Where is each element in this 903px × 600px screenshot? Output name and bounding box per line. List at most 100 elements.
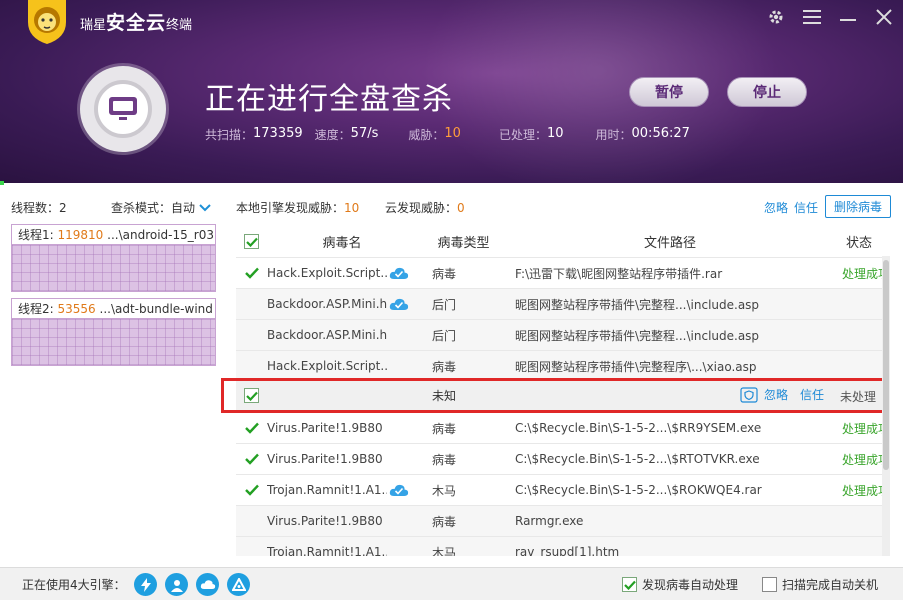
scrollbar-thumb[interactable] <box>883 260 889 470</box>
row-path: 昵图网整站程序带插件\完整程...\include.asp <box>515 328 760 343</box>
row-type: 后门 <box>432 328 457 343</box>
checkmark-icon <box>244 484 259 496</box>
handled-label: 已处理： <box>498 128 547 142</box>
row-path: C:\$Recycle.Bin\S-1-5-2...\$ROKWQE4.rar <box>515 483 762 497</box>
table-row[interactable]: Virus.Parite!1.9B80 病毒 C:\$Recycle.Bin\S-1… <box>236 443 890 474</box>
row-path: C:\$Recycle.Bin\S-1-5-2...\$RR9YSEM.exe <box>515 421 762 435</box>
rows-top: Hack.Exploit.Script.... 病毒 F:\迅雷下载\昵图网整站程序… <box>236 257 890 381</box>
highlight-frame <box>221 378 890 413</box>
table-row[interactable]: Backdoor.ASP.Mini.h 后门 昵图网整站程序带插件\完整程...\i… <box>236 319 890 350</box>
local-threats-count: 本地引擎发现威胁：10 <box>236 199 359 216</box>
menu-icon[interactable] <box>801 6 823 28</box>
table-row[interactable]: Virus.Parite!1.9B80 病毒 Rarmgr.exe <box>236 505 890 536</box>
auto-shutdown-checkbox[interactable] <box>762 577 777 592</box>
time-value: 00:56:27 <box>631 126 690 141</box>
table-row[interactable]: Trojan.Ramnit!1.A1... 木马 C:\$Recycle.Bin\S… <box>236 474 890 505</box>
cloud-icon[interactable] <box>196 573 219 596</box>
select-all-checkbox[interactable] <box>236 234 267 249</box>
close-icon[interactable] <box>873 6 895 28</box>
row-checkbox[interactable] <box>236 452 267 466</box>
threat-value: 10 <box>444 126 461 141</box>
virus-name: Virus.Parite!1.9B80 <box>267 514 383 528</box>
cloud-threats-label: 云发现威胁： <box>385 201 458 215</box>
handled-value: 10 <box>546 126 564 141</box>
row-checkbox[interactable] <box>236 421 267 435</box>
row-name: Backdoor.ASP.Mini.h <box>267 328 417 342</box>
header-banner: 瑞星安全云终端 正在进行全盘查杀 共扫描： 173359 速度： 57/s 威胁… <box>0 0 903 183</box>
scan-mode-select[interactable]: 查杀模式：自动 <box>111 199 211 216</box>
minimize-icon[interactable] <box>837 6 859 28</box>
chevron-down-icon <box>199 203 211 211</box>
trust-all-link[interactable]: 信任 <box>794 199 818 216</box>
row-checkbox[interactable] <box>236 483 267 497</box>
virus-name: Hack.Exploit.Script.... <box>267 266 387 280</box>
scanned-value: 173359 <box>253 126 303 141</box>
table-scrollbar[interactable] <box>882 256 890 556</box>
ignore-all-link[interactable]: 忽略 <box>764 199 788 216</box>
scan-mode-label: 查杀模式：自动 <box>111 201 196 215</box>
thread-count: 53556 <box>57 302 96 316</box>
table-row[interactable]: Hack.Exploit.Script.... 病毒 F:\迅雷下载\昵图网整站程序… <box>236 257 890 288</box>
checkmark-icon <box>244 267 259 279</box>
row-name: Backdoor.ASP.Mini.h <box>267 297 417 311</box>
header-type: 病毒类型 <box>437 236 490 251</box>
auto-handle-option[interactable]: 发现病毒自动处理 <box>622 576 738 593</box>
virus-name: Virus.Parite!1.9B80 <box>267 452 383 466</box>
thread-path: ...\android-15_r03 <box>107 228 214 242</box>
row-path: 昵图网整站程序带插件\完整程...\include.asp <box>515 297 760 312</box>
virus-name: Hack.Exploit.Script.... <box>267 359 387 373</box>
thread-graph <box>12 245 215 291</box>
checkmark-icon <box>245 237 258 247</box>
scanned-label: 共扫描： <box>205 128 254 142</box>
table-row[interactable]: Virus.Parite!1.9B80 病毒 C:\$Recycle.Bin\S-1… <box>236 412 890 443</box>
virus-name: Backdoor.ASP.Mini.h <box>267 328 387 342</box>
virus-name: Virus.Parite!1.9B80 <box>267 421 383 435</box>
brand-small: 瑞星 <box>80 18 107 33</box>
virus-name: Backdoor.ASP.Mini.h <box>267 297 387 311</box>
row-status: 处理成功 <box>841 483 890 498</box>
brand-main: 安全云 <box>106 12 167 34</box>
stop-button[interactable]: 停止 <box>727 77 807 107</box>
speed-label: 速度： <box>314 128 351 142</box>
table-row[interactable]: Trojan.Ramnit!1.A1... 木马 rav_rsupd[1].htm <box>236 536 890 556</box>
row-status: 处理成功 <box>841 266 890 281</box>
gear-icon[interactable] <box>765 6 787 28</box>
row-name: Trojan.Ramnit!1.A1... <box>267 483 417 497</box>
thread-line: 线程2: 53556 ...\adt-bundle-wind <box>12 299 215 319</box>
row-type: 病毒 <box>432 514 457 529</box>
checkmark-icon <box>244 422 259 434</box>
triangle-icon[interactable] <box>227 573 250 596</box>
table-header: 病毒名 病毒类型 文件路径 状态 <box>236 226 890 257</box>
bulk-actions: 忽略 信任 <box>764 199 818 216</box>
thread-panel-2: 线程2: 53556 ...\adt-bundle-wind <box>11 298 216 366</box>
thread-label: 线程2: <box>18 302 58 316</box>
row-checkbox[interactable] <box>236 266 267 280</box>
row-type: 后门 <box>432 297 457 312</box>
auto-shutdown-option[interactable]: 扫描完成自动关机 <box>762 576 878 593</box>
row-path: Rarmgr.exe <box>515 514 584 528</box>
virus-name: Trojan.Ramnit!1.A1... <box>267 483 387 497</box>
pause-button[interactable]: 暂停 <box>629 77 709 107</box>
user-icon[interactable] <box>165 573 188 596</box>
thread-label: 线程1: <box>18 228 58 242</box>
footer-bar: 正在使用4大引擎： 发现病毒自动处理 扫描完成自动关机 <box>0 567 903 600</box>
lightning-icon[interactable] <box>134 573 157 596</box>
checkmark-icon <box>623 580 636 590</box>
header-name: 病毒名 <box>322 236 362 251</box>
row-status: 处理成功 <box>841 452 890 467</box>
row-path: F:\迅雷下载\昵图网整站程序带插件.rar <box>515 266 723 281</box>
table-row[interactable]: Backdoor.ASP.Mini.h 后门 昵图网整站程序带插件\完整程...\i… <box>236 288 890 319</box>
auto-handle-checkbox[interactable] <box>622 577 637 592</box>
local-threats-value: 10 <box>344 201 360 215</box>
row-type: 木马 <box>432 483 457 498</box>
delete-virus-button[interactable]: 删除病毒 <box>825 195 891 218</box>
scan-stats: 共扫描： 173359 速度： 57/s 威胁： 10 已处理： 10 用时： … <box>205 126 702 143</box>
cloud-check-icon <box>389 298 409 310</box>
thread-graph <box>12 319 215 365</box>
lion-logo-icon <box>28 0 66 44</box>
table-row[interactable]: Hack.Exploit.Script.... 病毒 昵图网整站程序带插件\完整程序… <box>236 350 890 381</box>
row-path: 昵图网整站程序带插件\完整程序\...\xiao.asp <box>515 359 757 374</box>
thread-panel-1: 线程1: 119810 ...\android-15_r03 <box>11 224 216 292</box>
window-controls <box>765 6 895 28</box>
speed-value: 57/s <box>350 126 379 141</box>
